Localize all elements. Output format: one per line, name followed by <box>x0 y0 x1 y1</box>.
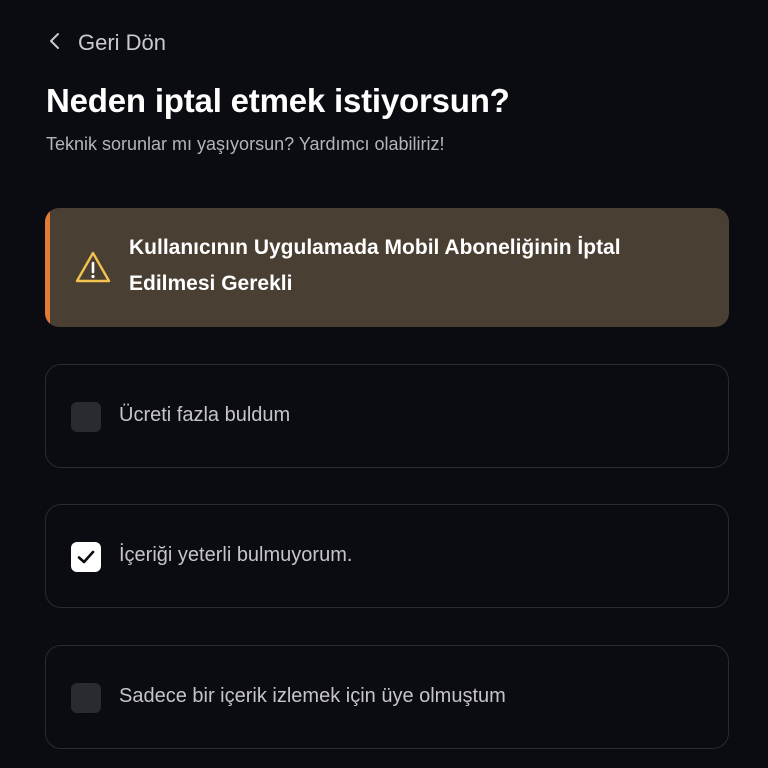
option-label: İçeriği yeterli bulmuyorum. <box>119 544 353 566</box>
page-subtitle: Teknik sorunlar mı yaşıyorsun? Yardımcı … <box>46 134 445 154</box>
warning-icon <box>75 250 111 284</box>
option-content-insufficient[interactable]: İçeriği yeterli bulmuyorum. <box>45 504 729 608</box>
option-overpriced[interactable]: Ücreti fazla buldum <box>45 364 729 468</box>
back-label: Geri Dön <box>78 30 167 55</box>
option-label: Sadece bir içerik izlemek için üye olmuş… <box>119 685 506 707</box>
cancel-reason-page: Geri Dön Neden iptal etmek istiyorsun? T… <box>0 0 768 768</box>
checkbox[interactable] <box>71 683 101 713</box>
warning-alert: Kullanıcının Uygulamada Mobil Aboneliğin… <box>45 208 729 327</box>
option-single-content[interactable]: Sadece bir içerik izlemek için üye olmuş… <box>45 645 729 749</box>
alert-accent-bar <box>45 208 50 327</box>
chevron-left-icon <box>46 30 64 56</box>
checkbox[interactable] <box>71 402 101 432</box>
option-label: Ücreti fazla buldum <box>119 404 291 426</box>
back-button[interactable]: Geri Dön <box>46 30 166 56</box>
page-title: Neden iptal etmek istiyorsun? <box>46 82 510 119</box>
alert-message: Kullanıcının Uygulamada Mobil Aboneliğin… <box>129 236 621 295</box>
checkbox-checked[interactable] <box>71 542 101 572</box>
